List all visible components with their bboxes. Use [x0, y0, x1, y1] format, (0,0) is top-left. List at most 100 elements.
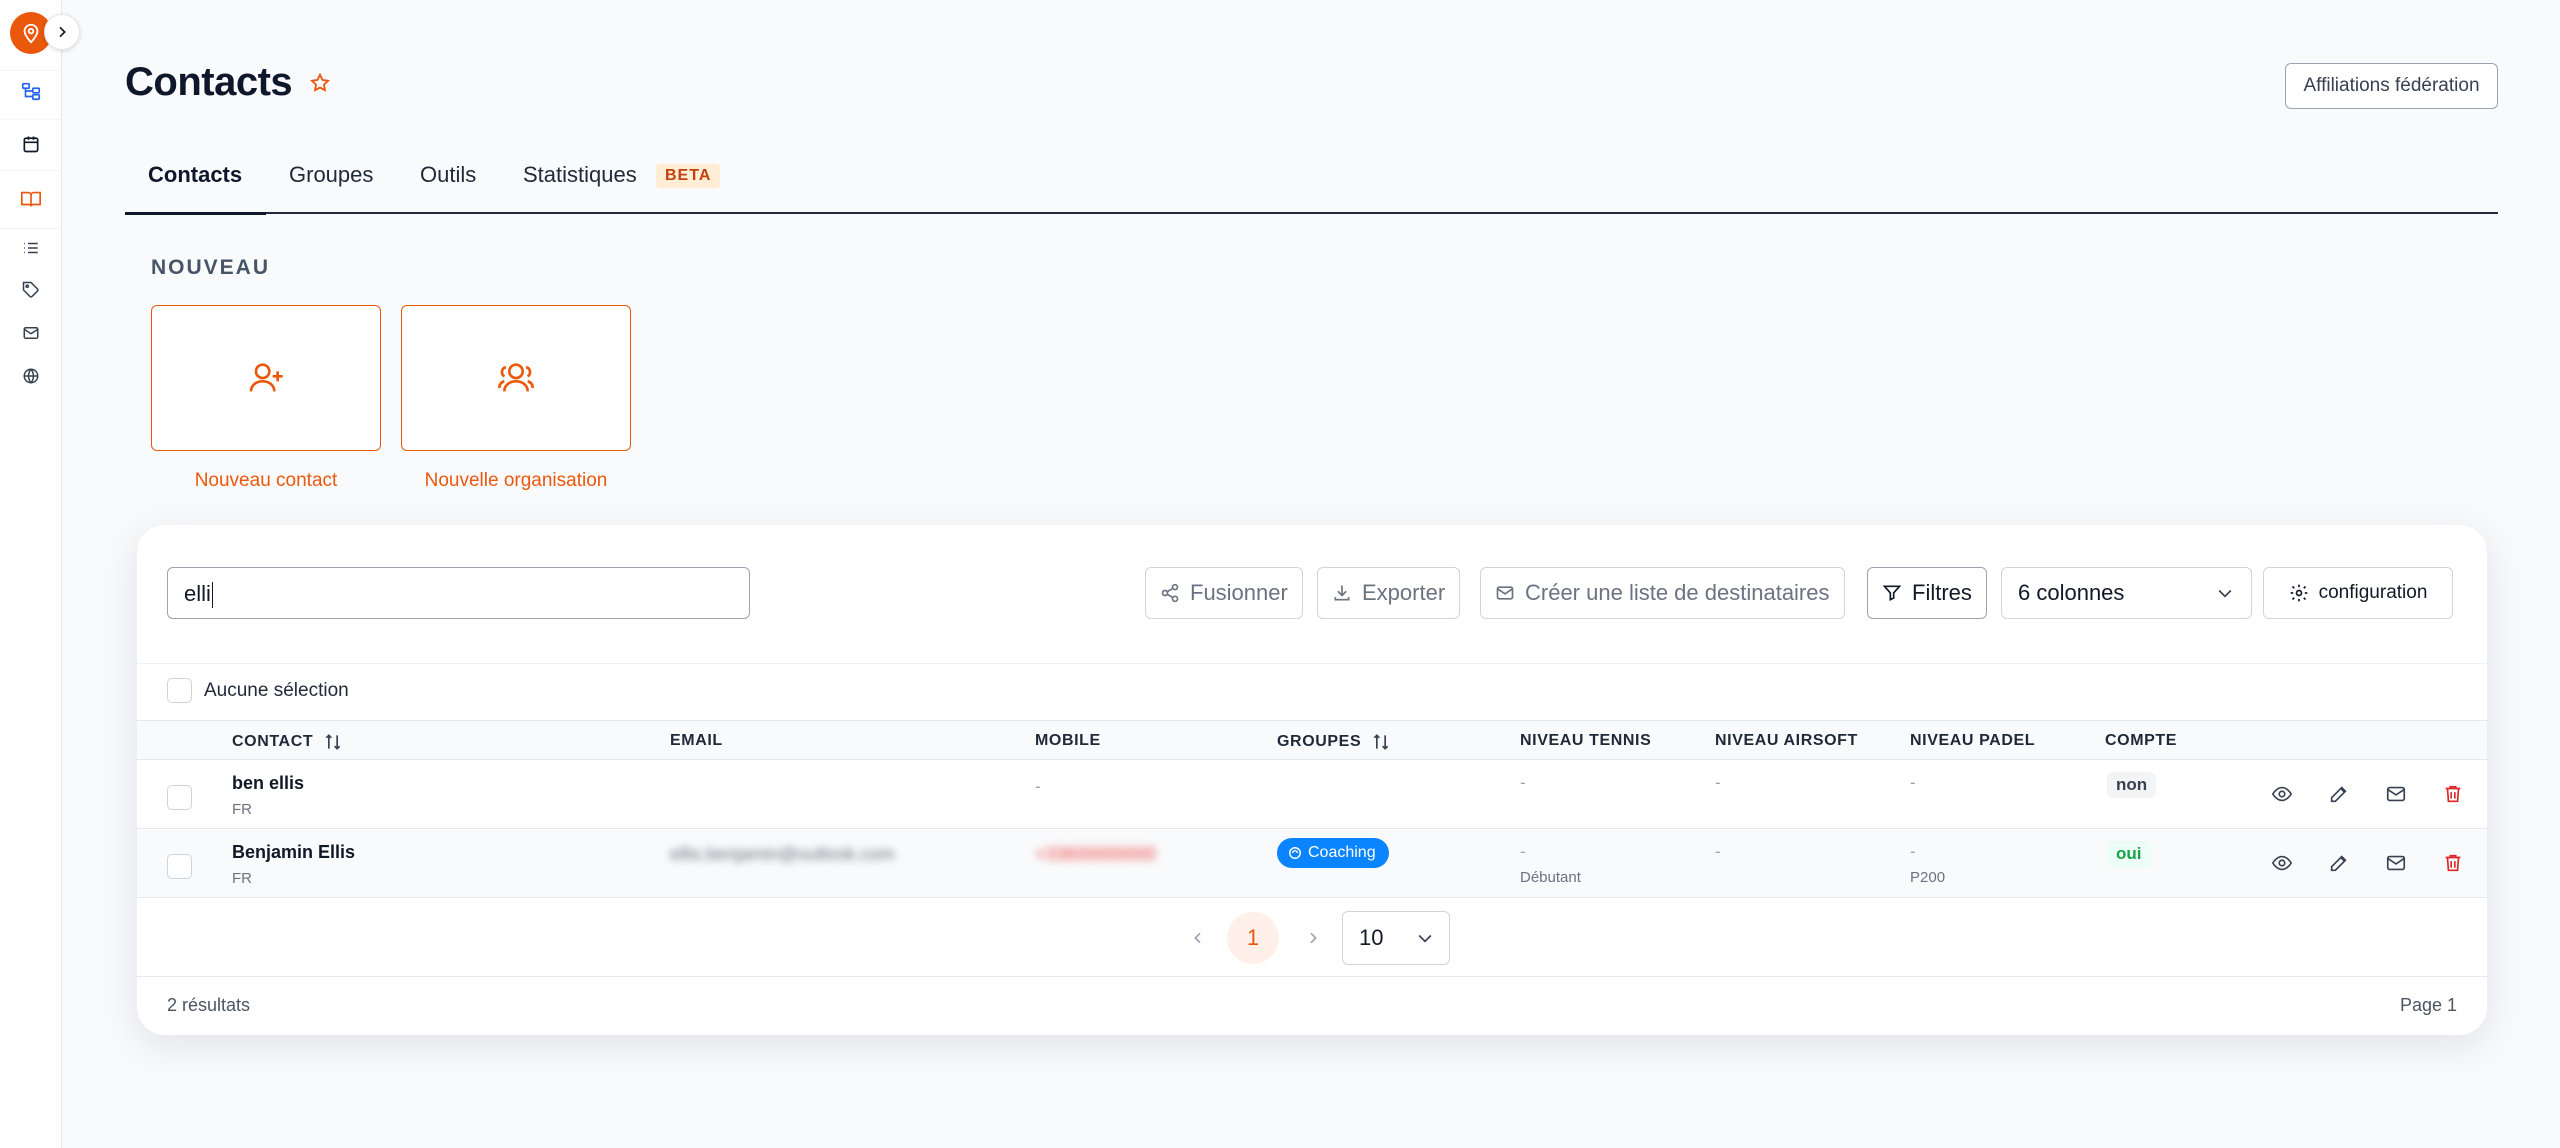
list-icon — [24, 242, 38, 254]
sidebar-item-book[interactable] — [18, 186, 44, 212]
sort-icon — [1373, 734, 1389, 750]
view-button[interactable] — [2268, 780, 2296, 808]
contact-country: FR — [232, 801, 252, 818]
column-header-mobile: MOBILE — [1035, 732, 1101, 749]
columns-value: 6 colonnes — [2018, 580, 2125, 605]
trash-icon — [2445, 854, 2461, 872]
create-list-button[interactable]: Créer une liste de destinataires — [1480, 567, 1845, 619]
new-organisation-card[interactable] — [401, 305, 631, 451]
page-size-select[interactable]: 10 — [1342, 911, 1450, 965]
sidebar-item-tags[interactable] — [18, 277, 44, 303]
new-organisation-label[interactable]: Nouvelle organisation — [401, 470, 631, 492]
new-section-label: NOUVEAU — [151, 256, 271, 279]
columns-select[interactable]: 6 colonnes — [2001, 567, 2252, 619]
affiliations-button[interactable]: Affiliations fédération — [2285, 63, 2498, 109]
merge-label: Fusionner — [1190, 580, 1288, 605]
email-cell[interactable]: ellis.benjamin@outlook.com — [670, 844, 894, 865]
mail-icon — [23, 327, 39, 339]
mobile-cell: - — [1035, 777, 1041, 796]
chevron-down-icon — [1418, 934, 1432, 943]
sidebar — [0, 0, 80, 1148]
contact-name[interactable]: ben ellis — [232, 773, 304, 794]
account-badge: non — [2107, 772, 2157, 798]
tennis-cell: - — [1520, 773, 1526, 792]
trash-icon — [2445, 785, 2461, 803]
airsoft-cell: - — [1715, 773, 1721, 792]
sidebar-item-web[interactable] — [18, 363, 44, 389]
sidebar-item-contacts[interactable] — [18, 78, 44, 104]
filter-icon — [1882, 585, 1902, 602]
edit-button[interactable] — [2325, 780, 2353, 808]
book-icon — [21, 191, 41, 207]
export-label: Exporter — [1362, 580, 1446, 605]
select-all-checkbox[interactable] — [167, 678, 192, 703]
create-list-label: Créer une liste de destinataires — [1525, 580, 1830, 605]
chevron-right-icon — [59, 26, 66, 38]
sidebar-item-calendar[interactable] — [18, 131, 44, 157]
mobile-cell[interactable]: +33600000000 — [1035, 844, 1156, 865]
padel-level: P200 — [1910, 869, 1946, 886]
row-checkbox[interactable] — [167, 785, 192, 810]
calendar-icon — [23, 136, 39, 153]
favorite-star-icon[interactable] — [309, 72, 331, 99]
next-page-button[interactable] — [1299, 924, 1327, 952]
column-header-tennis: NIVEAU TENNIS — [1520, 732, 1652, 749]
padel-cell: - — [1910, 842, 1916, 861]
configuration-button[interactable]: configuration — [2263, 567, 2453, 619]
prev-page-button[interactable] — [1184, 924, 1212, 952]
sidebar-item-list[interactable] — [18, 235, 44, 261]
group-badge[interactable]: Coaching — [1277, 838, 1389, 868]
tab-bar: Contacts Groupes Outils Statistiques BET… — [125, 150, 2498, 215]
search-input[interactable]: elli — [167, 567, 750, 619]
merge-button[interactable]: Fusionner — [1145, 567, 1303, 619]
tab-contacts[interactable]: Contacts — [148, 162, 242, 188]
column-header-compte: COMPTE — [2105, 732, 2178, 749]
gear-icon — [2290, 584, 2307, 602]
mail-icon — [2386, 786, 2406, 802]
footer-divider — [137, 976, 2487, 977]
tab-outils[interactable]: Outils — [420, 162, 476, 188]
tree-icon — [21, 82, 41, 101]
page-title: Contacts — [125, 60, 293, 104]
group-label: Coaching — [1308, 844, 1376, 861]
column-header-airsoft: NIVEAU AIRSOFT — [1715, 732, 1858, 749]
results-count: 2 résultats — [167, 995, 251, 1015]
sidebar-divider — [0, 70, 62, 71]
column-header-email: EMAIL — [670, 732, 723, 749]
edit-button[interactable] — [2325, 849, 2353, 877]
new-contact-label[interactable]: Nouveau contact — [151, 470, 381, 492]
view-button[interactable] — [2268, 849, 2296, 877]
contact-name[interactable]: Benjamin Ellis — [232, 842, 355, 863]
account-badge: oui — [2107, 841, 2151, 867]
sidebar-divider — [0, 228, 62, 229]
delete-button[interactable] — [2439, 849, 2467, 877]
tab-statistiques[interactable]: Statistiques — [523, 162, 637, 188]
page-number-button[interactable]: 1 — [1227, 912, 1279, 964]
active-tab-indicator — [125, 212, 266, 215]
column-header-groupes[interactable]: GROUPES — [1277, 732, 1391, 752]
tennis-cell: - — [1520, 842, 1526, 861]
globe-icon — [23, 368, 39, 384]
sidebar-divider — [0, 119, 62, 120]
text-caret — [211, 582, 214, 609]
tab-groupes[interactable]: Groupes — [289, 162, 373, 188]
delete-button[interactable] — [2439, 780, 2467, 808]
row-checkbox[interactable] — [167, 854, 192, 879]
sidebar-item-mail[interactable] — [18, 320, 44, 346]
export-button[interactable]: Exporter — [1317, 567, 1461, 619]
tag-icon — [22, 281, 39, 298]
search-value: elli — [184, 581, 211, 606]
email-button[interactable] — [2382, 849, 2410, 877]
column-header-contact[interactable]: CONTACT — [232, 732, 343, 752]
email-button[interactable] — [2382, 780, 2410, 808]
column-header-padel: NIVEAU PADEL — [1910, 732, 2036, 749]
sidebar-collapse-button[interactable] — [44, 14, 80, 50]
eye-icon — [2271, 786, 2293, 802]
filters-button[interactable]: Filtres — [1867, 567, 1987, 619]
user-plus-icon — [249, 363, 283, 392]
table-row[interactable]: Benjamin Ellis FR ellis.benjamin@outlook… — [137, 830, 2487, 898]
new-contact-card[interactable] — [151, 305, 381, 451]
table-row[interactable]: ben ellis FR - - - - non — [137, 761, 2487, 829]
column-header-label: CONTACT — [232, 733, 314, 750]
sidebar-divider — [0, 170, 62, 171]
